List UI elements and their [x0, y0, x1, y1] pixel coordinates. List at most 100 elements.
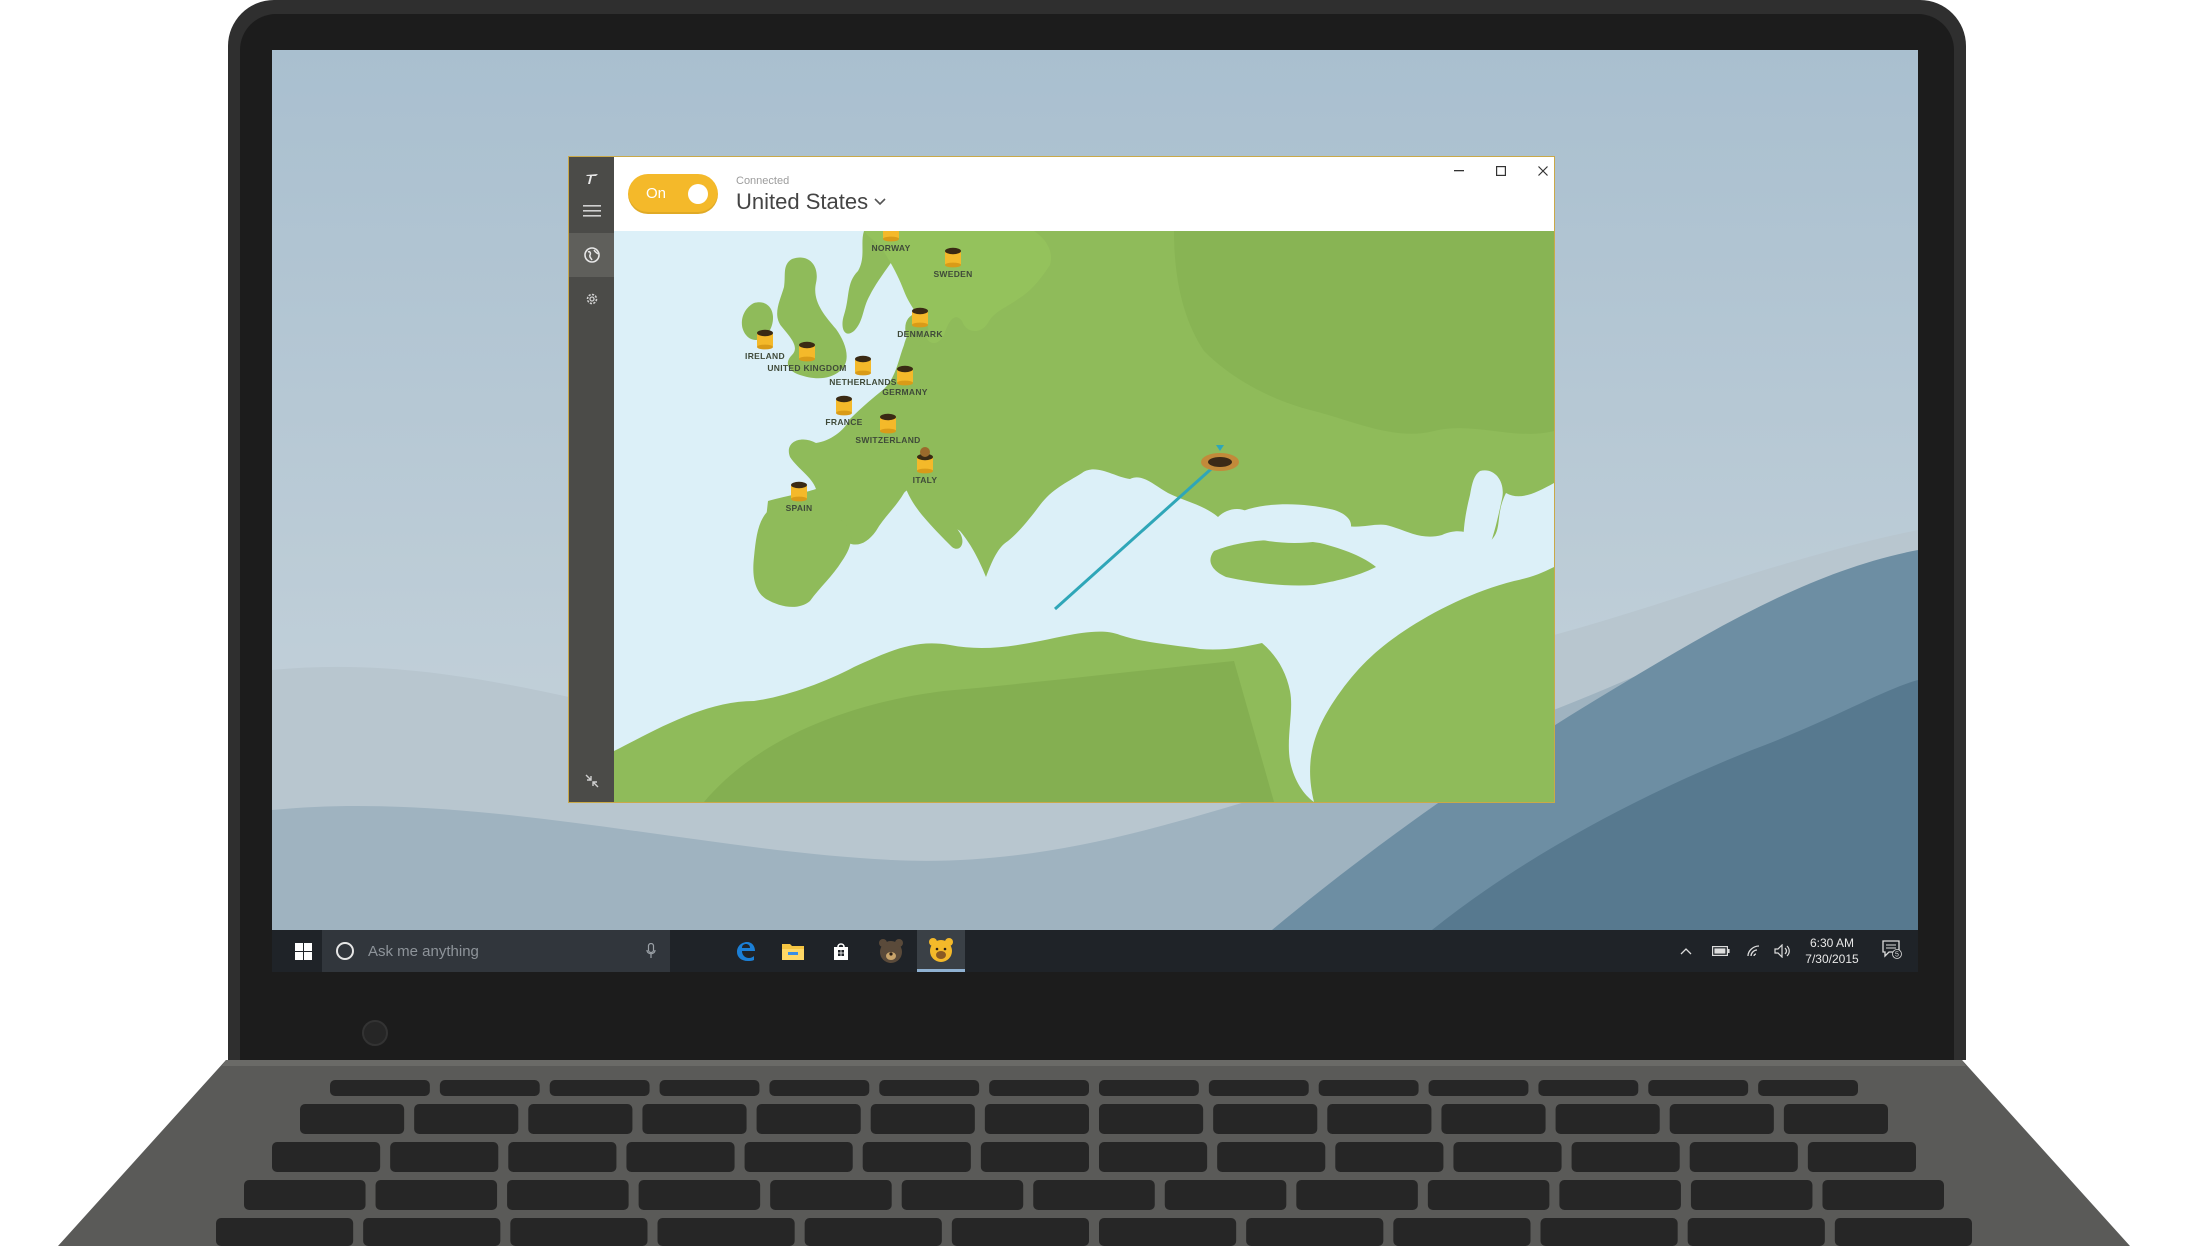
server-label: IRELAND [745, 351, 785, 361]
server-label: DENMARK [897, 329, 943, 339]
windows-start-icon[interactable] [282, 930, 324, 972]
keyboard-key [1807, 1142, 1916, 1172]
keyboard-key [989, 1080, 1089, 1096]
keyboard-key [980, 1142, 1089, 1172]
maximize-icon[interactable] [1480, 157, 1522, 185]
volume-icon[interactable] [1774, 942, 1792, 960]
chevron-up-icon[interactable] [1680, 942, 1692, 960]
europe-map: NORWAY SWEDEN DENMARK IRELAND UNITED KINGDOM… [614, 231, 1554, 802]
battery-icon[interactable] [1712, 942, 1730, 960]
vpn-toggle[interactable]: On [628, 174, 718, 214]
keyboard-key [414, 1104, 519, 1134]
minimize-icon[interactable] [1438, 157, 1480, 185]
keyboard-key [1783, 1104, 1888, 1134]
clock-date: 7/30/2015 [1805, 952, 1859, 966]
keyboard-key [770, 1180, 892, 1210]
keyboard-key [1428, 1080, 1529, 1096]
webcam [362, 1020, 388, 1046]
toggle-knob [688, 184, 708, 204]
server-label: SPAIN [786, 503, 813, 513]
keyboard-key [1441, 1104, 1546, 1134]
server-label: SWITZERLAND [855, 435, 920, 445]
keyboard-key [804, 1218, 942, 1246]
location-selector[interactable]: United States [736, 189, 886, 215]
keyboard-key [300, 1104, 405, 1134]
keyboard-key [1033, 1180, 1155, 1210]
keyboard-key [439, 1080, 540, 1096]
cortana-search-box[interactable]: Ask me anything [322, 930, 670, 972]
keyboard-key [1690, 1180, 1813, 1210]
keyboard-key [1571, 1142, 1680, 1172]
microphone-icon[interactable] [646, 943, 656, 959]
keyboard-key [1099, 1218, 1237, 1246]
keyboard-key [1758, 1080, 1858, 1096]
keyboard-key [272, 1142, 381, 1172]
keyboard-key [1555, 1104, 1660, 1134]
clock-time: 6:30 AM [1809, 936, 1855, 950]
keyboard-key [1335, 1142, 1444, 1172]
server-label: FRANCE [825, 417, 862, 427]
keyboard-key [1099, 1080, 1199, 1096]
keyboard-key [1246, 1218, 1384, 1246]
store-icon[interactable] [817, 930, 865, 972]
keyboard-key [375, 1180, 498, 1210]
keyboard-key [901, 1180, 1024, 1210]
keyboard-key [870, 1104, 975, 1134]
keyboard-key [508, 1142, 617, 1172]
keyboard-key [1393, 1218, 1531, 1246]
keyboard-key [510, 1218, 648, 1246]
keyboard-key [659, 1080, 760, 1096]
connection-status: Connected [736, 175, 790, 187]
globe-icon[interactable] [569, 233, 614, 277]
keyboard-key [1540, 1218, 1678, 1246]
keyboard-key [1822, 1180, 1944, 1210]
keyboard-key [1217, 1142, 1326, 1172]
server-label: ITALY [913, 475, 938, 485]
keyboard-key [1834, 1218, 1972, 1246]
cortana-icon [336, 942, 354, 960]
keyboard-key [1559, 1180, 1681, 1210]
wifi-icon[interactable] [1747, 942, 1761, 960]
keyboard-key [549, 1080, 650, 1096]
chevron-down-icon [874, 198, 886, 206]
vpn-app-window: On Connected United States NORWAY SWEDEN… [568, 156, 1555, 803]
keyboard-key [626, 1142, 735, 1172]
keyboard-key [1327, 1104, 1432, 1134]
menu-icon[interactable] [569, 189, 614, 233]
keyboard-key [330, 1080, 430, 1096]
bear-app-icon[interactable] [867, 930, 915, 972]
keyboard-key [216, 1218, 354, 1246]
keyboard-key [363, 1218, 501, 1246]
server-label: NETHERLANDS [829, 377, 897, 387]
keyboard-key [657, 1218, 795, 1246]
keyboard-key [1689, 1142, 1798, 1172]
desktop-screen: On Connected United States NORWAY SWEDEN… [272, 50, 1918, 972]
gear-icon[interactable] [569, 277, 614, 321]
edge-icon[interactable] [721, 930, 769, 972]
windows-taskbar: Ask me anything 6:30 AM 7/30/2015 5 [272, 930, 1918, 972]
close-icon[interactable] [1522, 157, 1564, 185]
keyboard-key [862, 1142, 971, 1172]
minimize-arrows-icon[interactable] [569, 759, 614, 803]
keyboard-key [1099, 1104, 1204, 1134]
location-label: United States [736, 189, 869, 214]
laptop-keyboard-deck [58, 1060, 2130, 1246]
taskbar-clock[interactable]: 6:30 AM 7/30/2015 [1800, 935, 1864, 967]
keyboard-key [1213, 1104, 1318, 1134]
keyboard-key [984, 1104, 1089, 1134]
bear-icon [920, 447, 930, 457]
keyboard-key [507, 1180, 629, 1210]
app-header: On Connected United States [614, 157, 1554, 231]
keyboard-key [879, 1080, 980, 1096]
file-explorer-icon[interactable] [769, 930, 817, 972]
keyboard-key [1538, 1080, 1639, 1096]
keyboard-key [1099, 1142, 1208, 1172]
keyboard-key [1318, 1080, 1419, 1096]
server-map[interactable]: NORWAY SWEDEN DENMARK IRELAND UNITED KINGDOM… [614, 231, 1554, 802]
tunnelbear-icon[interactable] [917, 930, 965, 972]
server-label: UNITED KINGDOM [767, 363, 846, 373]
notification-center-icon[interactable]: 5 [1882, 940, 1902, 959]
keyboard-key [1164, 1180, 1287, 1210]
keyboard-key [1427, 1180, 1550, 1210]
keyboard-key [1687, 1218, 1825, 1246]
